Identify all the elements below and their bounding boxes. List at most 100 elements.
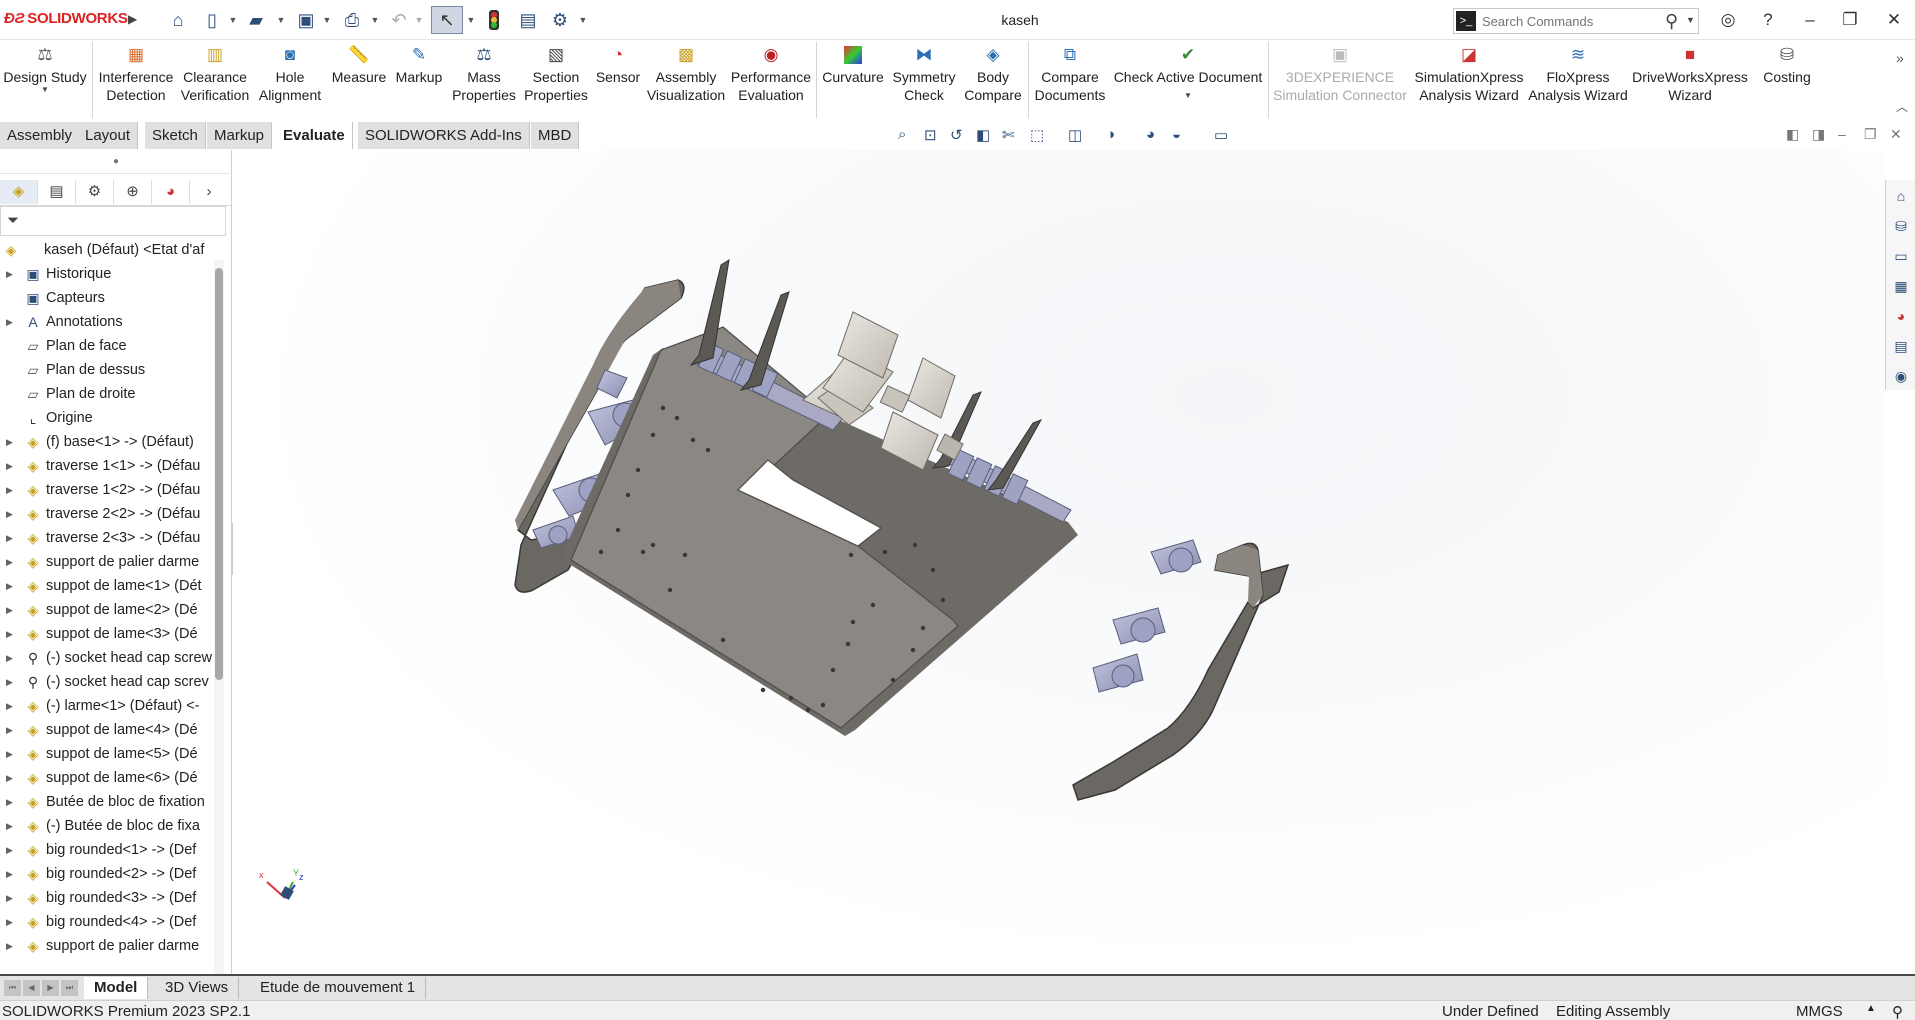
feature-tree-item[interactable]: ▶ ◈ Butée de bloc de fixation [0,790,212,814]
3dexperience-icon[interactable]: ◉ [1891,366,1911,386]
expand-arrow-icon[interactable]: ▶ [6,430,13,454]
feature-tree-item[interactable]: ▶ ◈ traverse 1<1> -> (Défau [0,454,212,478]
check-active-document-button[interactable]: ✔ Check Active Document ▼ [1110,44,1266,116]
curvature-button[interactable]: Curvature [820,44,886,116]
symmetry-check-button[interactable]: ⧓ Symmetry Check [888,44,960,116]
interference-detection-button[interactable]: ▦ Interference Detection [96,44,176,116]
performance-evaluation-button[interactable]: ◉ Performance Evaluation [728,44,814,116]
units-dropdown-icon[interactable]: ▲ [1866,1003,1876,1014]
expand-arrow-icon[interactable]: ▶ [6,526,13,550]
mass-properties-button[interactable]: ⚖ Mass Properties [448,44,520,116]
tab-markup[interactable]: Markup [207,122,273,149]
appearances-icon[interactable]: ◕ [1891,306,1911,326]
feature-tree-item[interactable]: ▶ ◈ suppot de lame<5> (Dé [0,742,212,766]
search-icon[interactable]: ⚲ [1665,11,1678,32]
costing-button[interactable]: ⛁ Costing [1754,44,1820,116]
design-study-dropdown-icon[interactable]: ▼ [41,86,49,94]
expand-arrow-icon[interactable]: ▶ [6,694,13,718]
driveworks-button[interactable]: ■ DriveWorksXpress Wizard [1628,44,1752,116]
new-document-icon[interactable]: ▯ [202,8,222,32]
feature-tree-item[interactable]: ▱ Plan de droite [0,382,212,406]
expand-arrow-icon[interactable]: ▶ [6,598,13,622]
sensor-button[interactable]: ◔ Sensor [592,44,644,116]
feature-manager-tab-icon[interactable]: ◈ [0,180,38,204]
hide-show-items-icon[interactable]: ◑ [1106,126,1115,143]
feature-tree-filter[interactable]: ⏷ [0,206,226,236]
feature-tree-item[interactable]: ▶ ◈ big rounded<2> -> (Def [0,862,212,886]
feature-tree-item[interactable]: ▶ ◈ big rounded<1> -> (Def [0,838,212,862]
property-manager-tab-icon[interactable]: ▤ [38,180,76,204]
compare-documents-button[interactable]: ⧉ Compare Documents [1032,44,1108,116]
tree-root-assembly[interactable]: ◈ kaseh (Défaut) <Etat d'af [0,238,212,262]
feature-tree-item[interactable]: ▶ ⚲ (-) socket head cap screv [0,670,212,694]
expand-arrow-icon[interactable]: ▶ [6,622,13,646]
tile-vertical-icon[interactable]: ◨ [1812,126,1825,143]
ribbon-overflow-icon[interactable]: » [1896,50,1904,66]
expand-arrow-icon[interactable]: ▶ [6,262,13,286]
doc-restore-icon[interactable]: ❐ [1864,126,1877,143]
search-dropdown-icon[interactable]: ▼ [1686,15,1695,25]
graphics-area[interactable]: x Y z [233,150,1885,974]
expand-arrow-icon[interactable]: ▶ [6,310,13,334]
options-dropdown-icon[interactable]: ▼ [578,8,588,32]
help-icon[interactable]: ? [1756,9,1780,31]
tab-3d-views[interactable]: 3D Views [155,977,240,999]
simulation-connector-button[interactable]: ▣ 3DEXPERIENCE Simulation Connector [1272,44,1408,116]
tab-evaluate[interactable]: Evaluate [276,122,353,149]
doc-close-icon[interactable]: ✕ [1890,126,1902,143]
new-dropdown-icon[interactable]: ▼ [228,8,238,32]
feature-tree-item[interactable]: ▶ ◈ suppot de lame<1> (Dét [0,574,212,598]
undo-icon[interactable]: ↶ [388,8,410,32]
measure-button[interactable]: 📏 Measure [328,44,390,116]
ribbon-collapse-icon[interactable]: ︿ [1896,98,1908,115]
first-tab-icon[interactable]: ⏮ [4,980,21,996]
select-cursor-icon[interactable]: ↖ [431,6,463,34]
dynamic-annotation-icon[interactable]: ✄ [1002,126,1015,144]
previous-view-icon[interactable]: ↺ [950,126,963,144]
expand-arrow-icon[interactable]: ▶ [6,478,13,502]
expand-arrow-icon[interactable]: ▶ [6,670,13,694]
prev-tab-icon[interactable]: ◀ [23,980,40,996]
floxpress-button[interactable]: ≋ FloXpress Analysis Wizard [1528,44,1628,116]
expand-arrow-icon[interactable]: ▶ [6,934,13,958]
last-tab-icon[interactable]: ⏭ [61,980,78,996]
file-explorer-icon[interactable]: ▭ [1891,246,1911,266]
feature-tree-item[interactable]: ▶ ◈ (f) base<1> -> (Défaut) [0,430,212,454]
feature-tree-item[interactable]: ▶ ▣ Historique [0,262,212,286]
select-dropdown-icon[interactable]: ▼ [466,8,476,32]
configuration-manager-tab-icon[interactable]: ⚙ [76,180,114,204]
assembly-model-render[interactable]: x Y z [233,150,1885,974]
menu-expand-icon[interactable]: ▶ [128,12,137,26]
tab-model[interactable]: Model [84,977,149,999]
user-account-icon[interactable]: ◎ [1716,9,1740,31]
tab-mbd[interactable]: MBD [531,122,580,149]
feature-tree-item[interactable]: ▶ ⚲ (-) socket head cap screw [0,646,212,670]
expand-arrow-icon[interactable]: ▶ [6,910,13,934]
tab-assembly[interactable]: Assembly [0,122,81,149]
dimxpert-manager-tab-icon[interactable]: ⊕ [114,180,152,204]
solidworks-logo[interactable]: ƉƧ SOLIDWORKS [4,10,128,27]
expand-arrow-icon[interactable]: ▶ [6,862,13,886]
feature-tree-item[interactable]: ▶ ◈ traverse 1<2> -> (Défau [0,478,212,502]
display-manager-tab-icon[interactable]: ◕ [152,180,190,204]
minimize-window-icon[interactable]: – [1798,9,1822,31]
unit-system-status[interactable]: MMGS [1796,1003,1843,1020]
check-document-dropdown-icon[interactable]: ▼ [1184,92,1192,100]
custom-properties-icon[interactable]: ▤ [1891,336,1911,356]
restore-window-icon[interactable]: ❐ [1838,9,1862,31]
file-properties-icon[interactable]: ▤ [516,8,540,32]
design-library-icon[interactable]: ⛁ [1891,216,1911,236]
options-gear-icon[interactable]: ⚙ [548,8,572,32]
expand-arrow-icon[interactable]: ▶ [6,742,13,766]
feature-tree-item[interactable]: ▶ ◈ traverse 2<2> -> (Défau [0,502,212,526]
tab-motion-study[interactable]: Etude de mouvement 1 [250,977,427,999]
solidworks-resources-icon[interactable]: ⌂ [1891,186,1911,206]
filter-icon[interactable]: ⏷ [7,212,19,229]
customize-status-icon[interactable]: ⚲ [1892,1003,1903,1020]
display-style-icon[interactable]: ◫ [1068,126,1082,144]
save-dropdown-icon[interactable]: ▼ [322,8,332,32]
close-window-icon[interactable]: ✕ [1882,9,1906,31]
expand-arrow-icon[interactable]: ▶ [6,550,13,574]
feature-tree-item[interactable]: ⌞ Origine [0,406,212,430]
feature-tree-item[interactable]: ▶ ◈ support de palier darme [0,550,212,574]
